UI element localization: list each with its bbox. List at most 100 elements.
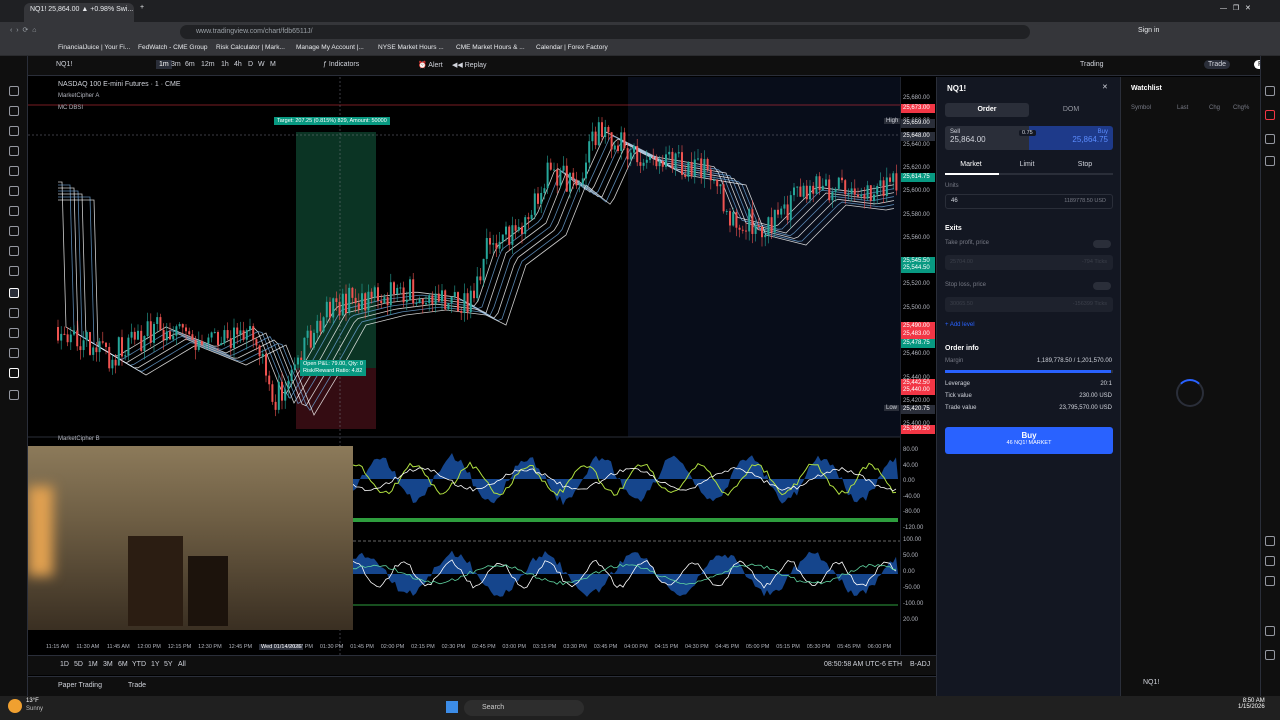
buy-market-button[interactable]: Buy 46 NQ1! MARKET (945, 427, 1113, 454)
url-field[interactable]: www.tradingview.com/chart/fdb6511J/ (180, 25, 1030, 39)
alerts-icon[interactable] (1265, 110, 1275, 120)
help-icon[interactable] (1265, 626, 1275, 636)
chat-icon[interactable] (1265, 156, 1275, 166)
crosshair-icon[interactable] (9, 86, 19, 96)
bookmark[interactable]: Calendar | Forex Factory (536, 44, 608, 51)
tab-dom[interactable]: DOM (1029, 103, 1113, 117)
add-level-button[interactable]: + Add level (945, 322, 975, 328)
interval-6m[interactable]: 6m (185, 61, 195, 68)
col-symbol[interactable]: Symbol (1131, 105, 1151, 111)
watchlist-footer-symbol[interactable]: NQ1! (1143, 679, 1159, 686)
trash-icon[interactable] (9, 390, 19, 400)
take-profit-toggle[interactable] (1093, 240, 1111, 248)
range-1y[interactable]: 1Y (151, 661, 160, 668)
link-icon[interactable] (9, 368, 19, 378)
stop-loss-toggle[interactable] (1093, 282, 1111, 290)
ruler-icon[interactable] (9, 246, 19, 256)
target-icon[interactable] (1265, 536, 1275, 546)
close-icon[interactable]: ✕ (1102, 83, 1108, 91)
interval-4h[interactable]: 4h (234, 61, 242, 68)
layers-icon[interactable] (1265, 134, 1275, 144)
watchlist-title[interactable]: Watchlist (1131, 85, 1162, 92)
range-ytd[interactable]: YTD (132, 661, 146, 668)
bookmark[interactable]: Manage My Account |... (296, 44, 364, 51)
interval-1h[interactable]: 1h (221, 61, 229, 68)
sell-button[interactable]: Sell 25,864.00 (945, 126, 1029, 150)
eye-icon[interactable] (9, 348, 19, 358)
take-profit-label[interactable]: Take profit, price (945, 240, 989, 246)
trade-button[interactable]: Trade (1204, 60, 1231, 69)
fib-icon[interactable] (9, 126, 19, 136)
range-5y[interactable]: 5Y (164, 661, 173, 668)
watchlist-icon[interactable] (1265, 86, 1275, 96)
take-profit-input[interactable]: 25704.00 -794 Ticks (945, 255, 1113, 270)
range-5d[interactable]: 5D (74, 661, 83, 668)
indicator-label-mc[interactable]: MC DBSI (58, 105, 83, 111)
indicator-label-a[interactable]: MarketCipher A (58, 93, 99, 99)
sign-in-button[interactable]: Sign in (1138, 27, 1159, 34)
indicator-label-b[interactable]: MarketCipher B (58, 436, 100, 442)
interval-12m[interactable]: 12m (201, 61, 215, 68)
icons-icon[interactable] (9, 226, 19, 236)
bookmark[interactable]: NYSE Market Hours ... (378, 44, 444, 51)
taskbar-clock[interactable]: 8:50 AM 1/15/2026 (1238, 698, 1265, 710)
col-chg-percent[interactable]: Chg% (1233, 105, 1249, 111)
range-6m[interactable]: 6M (118, 661, 128, 668)
order-type-limit[interactable]: Limit (1001, 161, 1053, 168)
magnet-icon[interactable] (9, 288, 19, 298)
order-type-stop[interactable]: Stop (1059, 161, 1111, 168)
trading-menu[interactable]: Trading (1080, 61, 1103, 68)
col-chg[interactable]: Chg (1209, 105, 1220, 111)
time-axis[interactable]: 11:15 AM 11:30 AM 11:45 AM 12:00 PM 12:15 PM… (28, 642, 900, 654)
bookmark[interactable]: FedWatch - CME Group (138, 44, 207, 51)
taskbar-search[interactable]: Search (464, 700, 584, 716)
forecast-icon[interactable] (9, 166, 19, 176)
window-controls[interactable]: — ❐ ✕ (1220, 4, 1251, 12)
indicators-button[interactable]: ƒ Indicators (323, 61, 359, 68)
stop-loss-input[interactable]: 30065.50 -156399 Ticks (945, 297, 1113, 312)
lock-drawings-icon[interactable] (9, 308, 19, 318)
trade-tab[interactable]: Trade (128, 682, 146, 689)
symbol-search[interactable]: NQ1! (56, 61, 72, 68)
new-tab-icon[interactable]: + (140, 4, 144, 11)
grid-icon[interactable] (1265, 650, 1275, 660)
session-toggle[interactable]: ETH (888, 661, 902, 668)
interval-d[interactable]: D (248, 61, 253, 68)
text-icon[interactable] (9, 206, 19, 216)
replay-button[interactable]: ◀◀ Replay (452, 61, 487, 69)
interval-3m[interactable]: 3m (171, 61, 181, 68)
range-1m[interactable]: 1M (88, 661, 98, 668)
alert-button[interactable]: ⏰ Alert (418, 61, 443, 69)
start-icon[interactable] (446, 701, 458, 713)
interval-w[interactable]: W (258, 61, 265, 68)
interval-1m[interactable]: 1m (156, 60, 172, 69)
range-1d[interactable]: 1D (60, 661, 69, 668)
range-3m[interactable]: 3M (103, 661, 113, 668)
weather-desc[interactable]: Sunny (26, 706, 43, 712)
price-axis[interactable]: 25,680.0025,660.0025,640.0025,620.0025,6… (900, 77, 936, 655)
notes-icon[interactable] (1265, 556, 1275, 566)
bookmark[interactable]: CME Market Hours & ... (456, 44, 525, 51)
browser-tab[interactable]: NQ1! 25,864.00 ▲ +0.98% Swi... (24, 3, 134, 22)
buy-side-button[interactable]: Buy 25,864.75 (1029, 126, 1113, 150)
bookmark[interactable]: FinancialJuice | Your Fi... (58, 44, 130, 51)
stop-loss-label[interactable]: Stop loss, price (945, 282, 986, 288)
nav-buttons-icon[interactable]: ‹ › ⟳ ⌂ (10, 26, 36, 34)
bookmark[interactable]: Risk Calculator | Mark... (216, 44, 285, 51)
clock[interactable]: 08:50:58 AM UTC-6 (824, 661, 886, 668)
calendar-icon[interactable] (1265, 576, 1275, 586)
paper-trading-tab[interactable]: Paper Trading (58, 682, 102, 689)
weather-temp[interactable]: 13°F (26, 698, 39, 704)
weather-icon[interactable] (8, 699, 22, 713)
range-all[interactable]: All (178, 661, 186, 668)
pattern-icon[interactable] (9, 146, 19, 156)
brush-icon[interactable] (9, 186, 19, 196)
zoom-icon[interactable] (9, 266, 19, 276)
tab-order[interactable]: Order (945, 103, 1029, 117)
adjustment-toggle[interactable]: B-ADJ (910, 661, 930, 668)
units-input[interactable]: 46 1189778.50 USD (945, 194, 1113, 209)
order-type-market[interactable]: Market (945, 161, 997, 168)
col-last[interactable]: Last (1177, 105, 1188, 111)
trendline-icon[interactable] (9, 106, 19, 116)
lock-icon[interactable] (9, 328, 19, 338)
